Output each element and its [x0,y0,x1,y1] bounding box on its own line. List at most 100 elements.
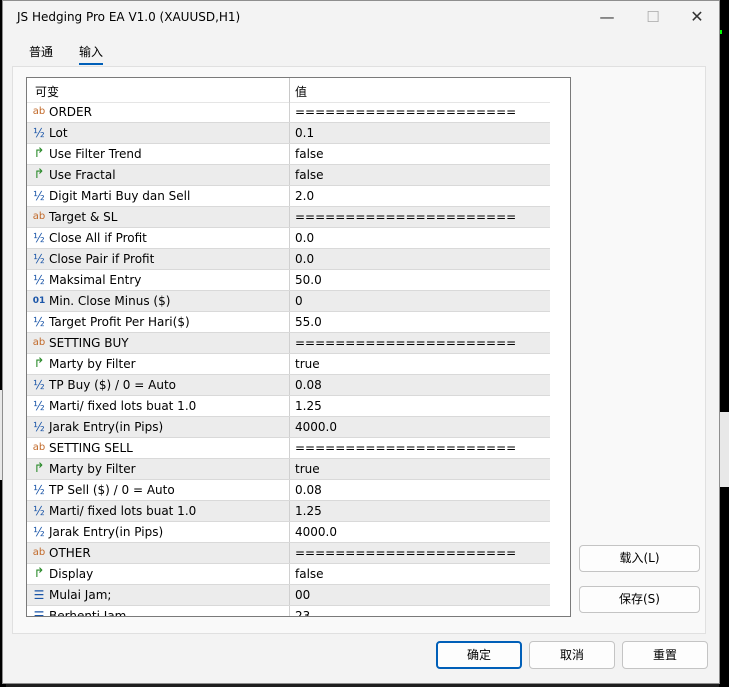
double-type-icon: ½ [33,252,45,266]
variable-name: ORDER [49,105,92,119]
grid-row[interactable]: ½ Marti/ fixed lots buat 1.0 1.25 [27,396,550,417]
double-type-icon: ½ [33,273,45,287]
variable-value[interactable]: false [295,147,324,161]
grid-row[interactable]: ½ TP Sell ($) / 0 = Auto 0.08 [27,480,550,501]
variable-name: Min. Close Minus ($) [49,294,171,308]
variable-value[interactable]: 0.0 [295,252,314,266]
grid-row[interactable]: ab SETTING SELL ====================== [27,438,550,459]
grid-row[interactable]: ab SETTING BUY ====================== [27,333,550,354]
grid-row[interactable]: ab Target & SL ====================== [27,207,550,228]
grid-row[interactable]: ↱ Marty by Filter true [27,459,550,480]
cancel-button[interactable]: 取消 [529,641,615,669]
variable-value[interactable]: ====================== [295,441,516,455]
grid-row[interactable]: ½ Target Profit Per Hari($) 55.0 [27,312,550,333]
cell-divider [289,585,290,605]
grid-row[interactable]: ½ TP Buy ($) / 0 = Auto 0.08 [27,375,550,396]
variable-value[interactable]: 4000.0 [295,420,337,434]
column-header-variable[interactable]: 可变 [35,83,59,100]
variable-name: Jarak Entry(in Pips) [49,420,164,434]
variable-value[interactable]: ====================== [295,336,516,350]
variable-value[interactable]: 0.08 [295,483,322,497]
grid-row[interactable]: ☰ Mulai Jam; 00 [27,585,550,606]
cell-divider [289,438,290,458]
variable-value[interactable]: true [295,357,320,371]
cell-divider [289,606,290,616]
cell-divider [289,417,290,437]
grid-row[interactable]: ab OTHER ====================== [27,543,550,564]
variable-value[interactable]: ====================== [295,105,516,119]
grid-row[interactable]: ab ORDER ====================== [27,102,550,123]
grid-row[interactable]: ½ Close Pair if Profit 0.0 [27,249,550,270]
cell-divider [289,165,290,185]
grid-row[interactable]: ½ Marti/ fixed lots buat 1.0 1.25 [27,501,550,522]
cell-divider [289,480,290,500]
cell-divider [289,501,290,521]
save-button[interactable]: 保存(S) [579,586,700,613]
double-type-icon: ½ [33,378,45,392]
variable-name: Marty by Filter [49,357,136,371]
minimize-button[interactable]: — [585,5,629,29]
cell-divider [289,291,290,311]
double-type-icon: ½ [33,315,45,329]
cell-divider [289,375,290,395]
grid-row[interactable]: ☰ Berhenti Jam 23 [27,606,550,617]
grid-row[interactable]: ↱ Use Fractal false [27,165,550,186]
grid-rows: ab ORDER ====================== ½ Lot 0.1 ↱ Use… [27,102,550,617]
string-type-icon: ab [32,442,46,453]
variable-value[interactable]: 0 [295,294,303,308]
grid-row[interactable]: ½ Lot 0.1 [27,123,550,144]
cell-divider [289,249,290,269]
variable-value[interactable]: ====================== [295,210,516,224]
cell-divider [289,207,290,227]
tab-common[interactable]: 普通 [29,43,53,63]
variable-name: SETTING SELL [49,441,133,455]
ok-button[interactable]: 确定 [436,641,522,669]
column-separator[interactable] [289,78,290,102]
cell-divider [289,312,290,332]
bool-type-icon: ↱ [33,146,45,161]
grid-row[interactable]: ↱ Marty by Filter true [27,354,550,375]
grid-row[interactable]: ↱ Display false [27,564,550,585]
variable-value[interactable]: 4000.0 [295,525,337,539]
variable-value[interactable]: 0.08 [295,378,322,392]
variable-name: Digit Marti Buy dan Sell [49,189,191,203]
variable-value[interactable]: 23 [295,609,310,616]
variable-value[interactable]: false [295,168,324,182]
tab-inputs[interactable]: 输入 [79,43,104,65]
variable-value[interactable]: 0.0 [295,231,314,245]
grid-row[interactable]: ½ Jarak Entry(in Pips) 4000.0 [27,522,550,543]
variable-name: Mulai Jam; [49,588,112,602]
variable-name: Marti/ fixed lots buat 1.0 [49,399,197,413]
variable-value[interactable]: false [295,567,324,581]
int-type-icon: 01 [32,296,46,306]
close-button[interactable]: ✕ [675,5,719,29]
cell-divider [289,396,290,416]
variable-value[interactable]: 55.0 [295,315,322,329]
string-type-icon: ab [32,211,46,222]
grid-row[interactable]: ½ Digit Marti Buy dan Sell 2.0 [27,186,550,207]
grid-row[interactable]: ½ Close All if Profit 0.0 [27,228,550,249]
title-bar[interactable]: JS Hedging Pro EA V1.0 (XAUUSD,H1) — ☐ ✕ [3,1,719,33]
variable-value[interactable]: 1.25 [295,504,322,518]
cell-divider [289,102,290,122]
variable-value[interactable]: 0.1 [295,126,314,140]
grid-row[interactable]: ½ Jarak Entry(in Pips) 4000.0 [27,417,550,438]
column-header-value[interactable]: 值 [295,83,307,100]
variable-value[interactable]: 50.0 [295,273,322,287]
cell-divider [289,123,290,143]
grid-row[interactable]: 01 Min. Close Minus ($) 0 [27,291,550,312]
maximize-button[interactable]: ☐ [631,5,675,29]
double-type-icon: ½ [33,231,45,245]
grid-row[interactable]: ½ Maksimal Entry 50.0 [27,270,550,291]
variable-value[interactable]: 2.0 [295,189,314,203]
variable-value[interactable]: ====================== [295,546,516,560]
load-button[interactable]: 载入(L) [579,545,700,572]
grid-row[interactable]: ↱ Use Filter Trend false [27,144,550,165]
enum-type-icon: ☰ [33,609,45,617]
reset-button[interactable]: 重置 [622,641,708,669]
double-type-icon: ½ [33,525,45,539]
variable-value[interactable]: 00 [295,588,310,602]
variable-value[interactable]: 1.25 [295,399,322,413]
variable-value[interactable]: true [295,462,320,476]
variable-name: Use Fractal [49,168,116,182]
